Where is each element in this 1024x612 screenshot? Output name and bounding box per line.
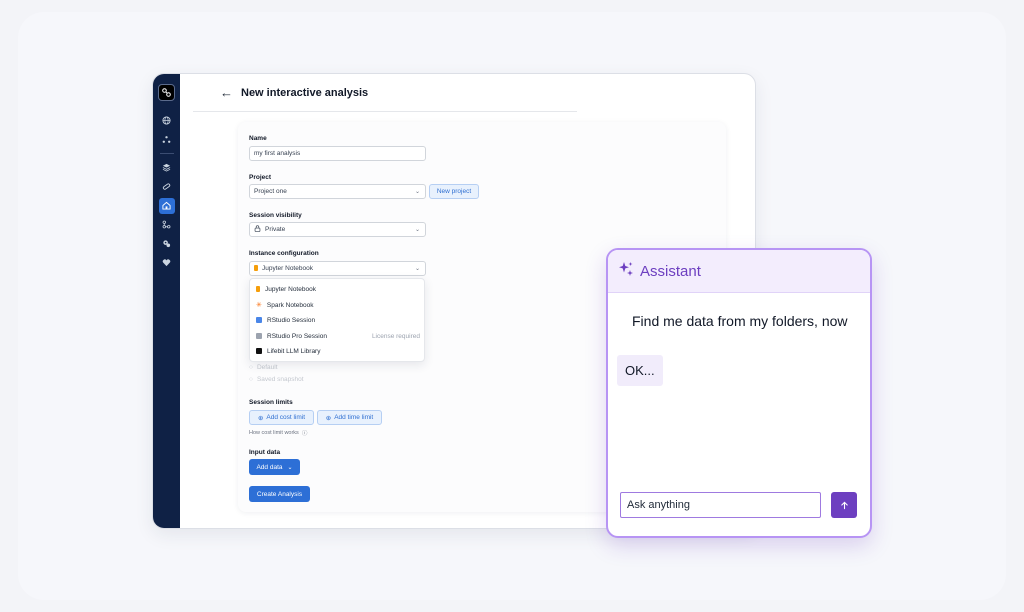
license-tag: License required bbox=[371, 332, 420, 340]
project-select-value: Project one bbox=[254, 188, 287, 195]
jupyter-icon bbox=[256, 286, 260, 292]
radio-default[interactable]: ○ Default bbox=[249, 364, 278, 371]
visibility-label: Session visibility bbox=[249, 212, 302, 219]
instance-select-value: Jupyter Notebook bbox=[262, 265, 313, 272]
lifebit-icon bbox=[256, 348, 262, 354]
assistant-title: Assistant bbox=[640, 262, 701, 280]
layers-icon[interactable] bbox=[159, 160, 175, 176]
new-project-button[interactable]: New project bbox=[429, 184, 479, 199]
assistant-message: OK... bbox=[617, 355, 663, 386]
lock-icon bbox=[254, 225, 261, 234]
add-time-limit-label: Add time limit bbox=[334, 414, 374, 421]
arrow-up-icon bbox=[840, 501, 848, 509]
project-label: Project bbox=[249, 174, 272, 181]
workflow-icon[interactable] bbox=[159, 217, 175, 233]
chevron-down-icon: ⌄ bbox=[414, 227, 420, 233]
heart-icon[interactable] bbox=[159, 255, 175, 271]
option-label: Spark Notebook bbox=[266, 301, 314, 309]
add-cost-limit-button[interactable]: ⊕ Add cost limit bbox=[249, 410, 314, 425]
cost-hint-text: How cost limit works bbox=[249, 430, 299, 436]
dropdown-option-jupyter[interactable]: Jupyter Notebook bbox=[256, 283, 420, 295]
page-header: ← New interactive analysis bbox=[193, 74, 577, 112]
pill-icon[interactable] bbox=[159, 179, 175, 195]
assistant-panel: Assistant Find me data from my folders, … bbox=[606, 248, 872, 538]
dropdown-option-rstudio[interactable]: RStudio Session bbox=[256, 314, 420, 326]
project-select[interactable]: Project one ⌄ bbox=[249, 184, 426, 199]
name-input[interactable]: my first analysis bbox=[249, 146, 426, 161]
globe-icon[interactable] bbox=[159, 113, 175, 129]
option-label: RStudio Pro Session bbox=[267, 332, 327, 340]
add-time-limit-button[interactable]: ⊕ Add time limit bbox=[317, 410, 382, 425]
instance-select[interactable]: Jupyter Notebook ⌄ bbox=[249, 261, 426, 276]
chevron-down-icon: ⌄ bbox=[414, 189, 420, 195]
option-label: RStudio Session bbox=[267, 316, 316, 324]
rstudio-icon bbox=[256, 317, 262, 323]
app-logo[interactable] bbox=[158, 84, 175, 101]
chat-input-value: Ask anything bbox=[627, 499, 690, 511]
user-message: Find me data from my folders, now bbox=[632, 313, 848, 329]
info-icon: ⓘ bbox=[301, 431, 308, 437]
radio-icon: ○ bbox=[249, 376, 253, 383]
spark-icon: ✳ bbox=[256, 302, 262, 309]
option-label: Lifebit LLM Library bbox=[267, 347, 321, 355]
instance-label: Instance configuration bbox=[249, 250, 319, 257]
jupyter-icon bbox=[254, 264, 258, 273]
radio-saved-snapshot[interactable]: ○ Saved snapshot bbox=[249, 376, 304, 383]
visibility-select-value: Private bbox=[265, 226, 286, 233]
visibility-select[interactable]: Private ⌄ bbox=[249, 222, 426, 237]
create-analysis-button[interactable]: Create Analysis bbox=[249, 486, 310, 502]
send-button[interactable] bbox=[831, 492, 857, 518]
option-label: Jupyter Notebook bbox=[265, 285, 316, 293]
chevron-down-icon: ⌄ bbox=[287, 464, 293, 471]
plus-circle-icon: ⊕ bbox=[257, 414, 264, 422]
assistant-header: Assistant bbox=[608, 250, 870, 293]
plus-circle-icon: ⊕ bbox=[325, 414, 332, 422]
chat-input[interactable]: Ask anything bbox=[620, 492, 821, 518]
instance-dropdown-menu: Jupyter Notebook ✳ Spark Notebook RStudi… bbox=[249, 278, 425, 362]
dropdown-option-lifebit-llm[interactable]: Lifebit LLM Library bbox=[256, 345, 420, 357]
dropdown-option-spark[interactable]: ✳ Spark Notebook bbox=[256, 299, 420, 311]
sidebar-divider bbox=[159, 153, 174, 154]
cost-limit-help[interactable]: How cost limit works ⓘ bbox=[249, 429, 307, 437]
nodes-icon[interactable] bbox=[159, 132, 175, 148]
radio-saved-label: Saved snapshot bbox=[256, 376, 304, 383]
name-label: Name bbox=[249, 135, 267, 142]
add-data-label: Add data bbox=[256, 463, 283, 471]
gears-icon[interactable] bbox=[159, 236, 175, 252]
session-limits-label: Session limits bbox=[249, 399, 293, 406]
chevron-down-icon: ⌄ bbox=[414, 266, 420, 272]
page-title: New interactive analysis bbox=[241, 86, 369, 99]
workspace-icon[interactable] bbox=[158, 197, 175, 214]
dropdown-option-rstudio-pro[interactable]: RStudio Pro Session License required bbox=[256, 330, 420, 342]
rstudio-pro-icon bbox=[256, 333, 262, 339]
name-input-value: my first analysis bbox=[254, 150, 301, 157]
input-data-label: Input data bbox=[249, 449, 281, 456]
sidebar bbox=[153, 74, 180, 528]
add-cost-limit-label: Add cost limit bbox=[266, 414, 306, 421]
radio-icon: ○ bbox=[249, 364, 253, 371]
add-data-button[interactable]: Add data ⌄ bbox=[249, 459, 300, 475]
sparkles-icon bbox=[618, 261, 634, 282]
arrow-left-icon[interactable]: ← bbox=[220, 85, 233, 100]
radio-default-label: Default bbox=[256, 364, 278, 371]
